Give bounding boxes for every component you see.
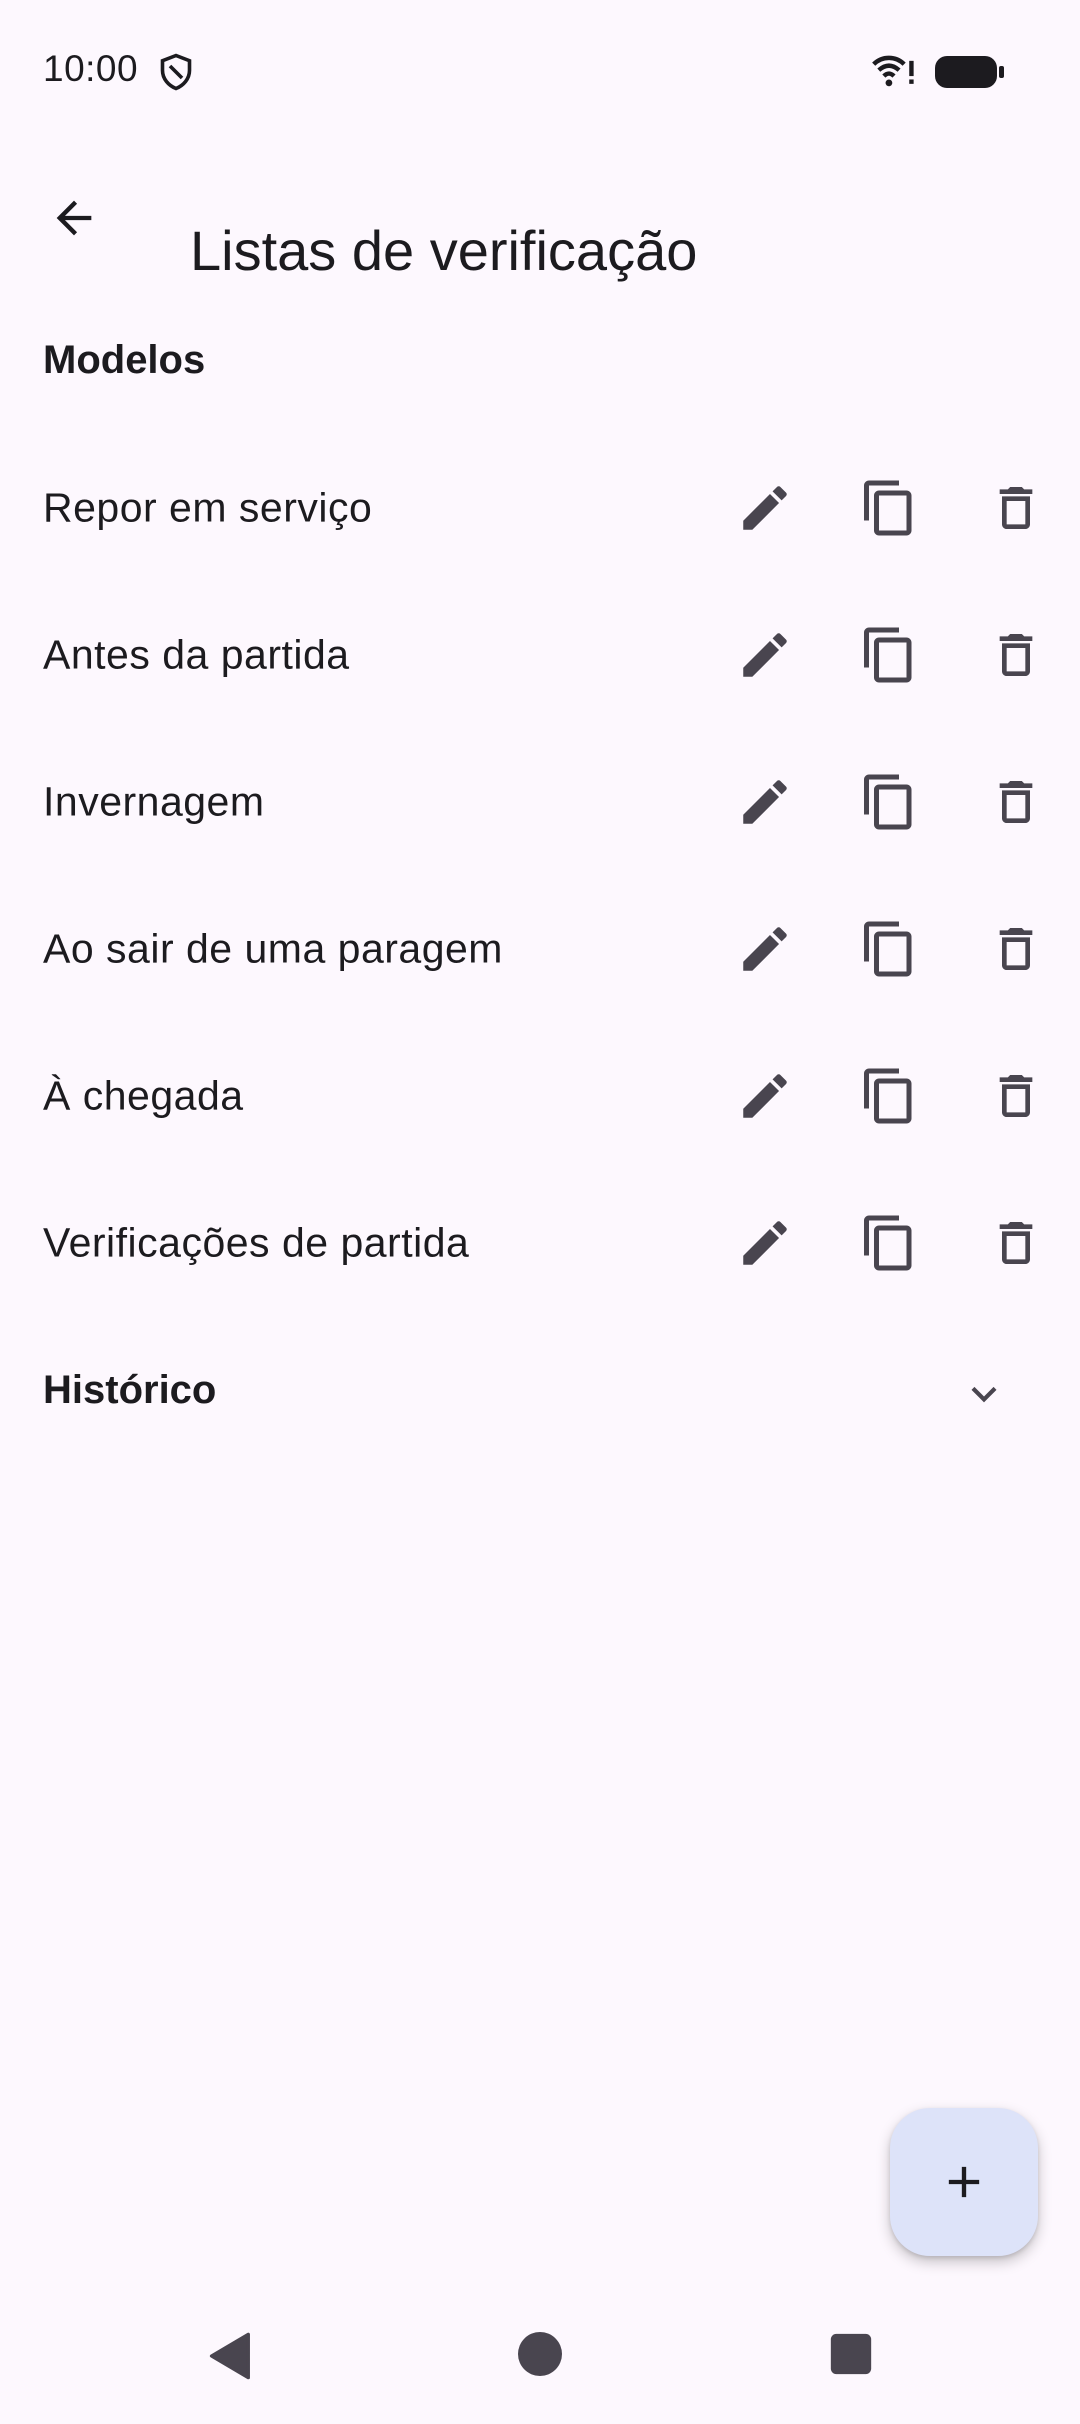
arrow-left-icon (56, 200, 92, 236)
copy-icon (864, 774, 912, 829)
trash-icon (999, 1074, 1033, 1117)
template-row[interactable]: Repor em serviço (0, 434, 1080, 581)
delete-button[interactable] (984, 476, 1048, 540)
copy-button[interactable] (857, 770, 921, 834)
template-label: Repor em serviço (43, 484, 373, 530)
copy-icon (864, 1068, 912, 1123)
trash-icon (999, 633, 1033, 676)
pencil-icon (743, 1073, 787, 1118)
template-list: Repor em serviço Antes da partida Invern… (0, 434, 1080, 1316)
back-button[interactable] (40, 184, 108, 252)
template-label: À chegada (43, 1072, 244, 1118)
template-label: Ao sair de uma paragem (43, 925, 503, 971)
copy-button[interactable] (857, 1064, 921, 1128)
template-label: Antes da partida (43, 631, 350, 677)
expand-button[interactable] (954, 1364, 1014, 1424)
copy-button[interactable] (857, 476, 921, 540)
nav-back-icon[interactable] (205, 2330, 257, 2382)
pencil-icon (743, 926, 787, 971)
template-row[interactable]: À chegada (0, 1022, 1080, 1169)
delete-button[interactable] (984, 1211, 1048, 1275)
app-bar: Listas de verificação (0, 150, 1080, 282)
edit-button[interactable] (733, 623, 797, 687)
trash-icon (999, 927, 1033, 970)
trash-icon (999, 1221, 1033, 1264)
chevron-down-icon (971, 1386, 997, 1403)
wifi-icon (872, 55, 914, 87)
template-row[interactable]: Invernagem (0, 728, 1080, 875)
template-row[interactable]: Antes da partida (0, 581, 1080, 728)
plus-icon (948, 2166, 980, 2198)
nav-home-icon[interactable] (516, 2330, 564, 2378)
copy-icon (864, 627, 912, 682)
shield-icon (160, 53, 192, 91)
system-nav-bar (0, 2290, 1080, 2424)
template-label: Invernagem (43, 778, 265, 824)
status-bar: 10:00 (0, 0, 1080, 140)
copy-button[interactable] (857, 1211, 921, 1275)
pencil-icon (743, 485, 787, 530)
edit-button[interactable] (733, 1211, 797, 1275)
pencil-icon (743, 779, 787, 824)
pencil-icon (743, 632, 787, 677)
delete-button[interactable] (984, 917, 1048, 981)
pencil-icon (743, 1220, 787, 1265)
template-row[interactable]: Ao sair de uma paragem (0, 875, 1080, 1022)
battery-icon (935, 56, 1004, 88)
templates-section-header: Modelos (43, 338, 206, 382)
copy-icon (864, 480, 912, 535)
status-time: 10:00 (43, 48, 139, 89)
history-section-header: Histórico (43, 1368, 217, 1412)
add-checklist-fab[interactable] (890, 2108, 1038, 2256)
edit-button[interactable] (733, 917, 797, 981)
copy-icon (864, 1215, 912, 1270)
history-section-toggle[interactable]: Histórico (0, 1320, 1080, 1467)
edit-button[interactable] (733, 770, 797, 834)
edit-button[interactable] (733, 1064, 797, 1128)
trash-icon (999, 780, 1033, 823)
delete-button[interactable] (984, 770, 1048, 834)
delete-button[interactable] (984, 1064, 1048, 1128)
template-label: Verificações de partida (43, 1219, 470, 1265)
copy-icon (864, 921, 912, 976)
template-row[interactable]: Verificações de partida (0, 1169, 1080, 1316)
copy-button[interactable] (857, 623, 921, 687)
copy-button[interactable] (857, 917, 921, 981)
nav-recents-icon[interactable] (829, 2332, 873, 2376)
trash-icon (999, 486, 1033, 529)
page-title: Listas de verificação (190, 218, 698, 282)
edit-button[interactable] (733, 476, 797, 540)
delete-button[interactable] (984, 623, 1048, 687)
